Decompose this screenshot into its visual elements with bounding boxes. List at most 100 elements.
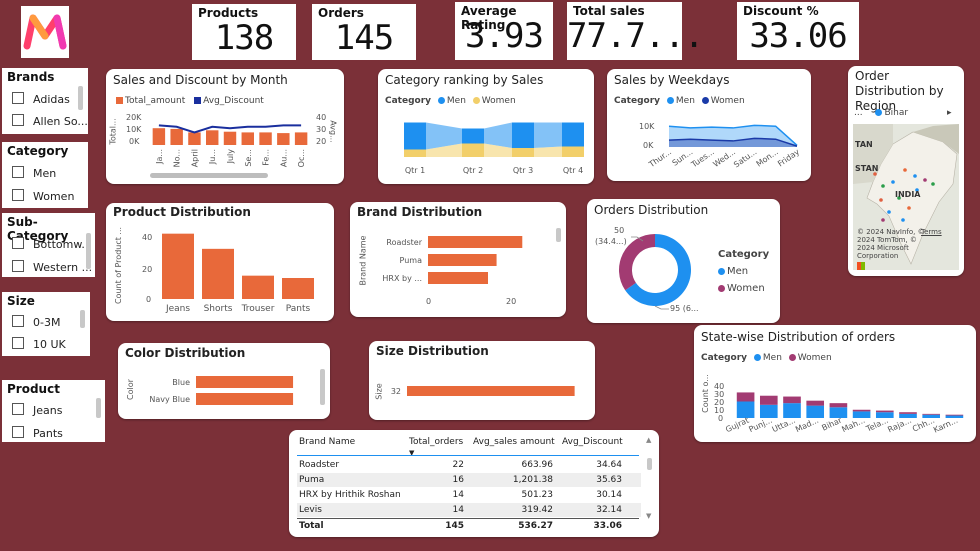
slicer-title: Product	[7, 382, 60, 396]
slicer-option-jeans[interactable]: Jeans	[12, 403, 62, 417]
slicer-product[interactable]: Product Jeans Pants	[2, 380, 105, 442]
table-header: Brand Name Total_orders Avg_sales amount…	[289, 435, 659, 457]
brand-table-card[interactable]: Brand Name Total_orders Avg_sales amount…	[289, 430, 659, 537]
table-row[interactable]: Puma 16 1,201.38 35.63	[297, 473, 641, 487]
scrollbar[interactable]	[80, 310, 85, 328]
slicer-option-10-uk[interactable]: 10 UK	[12, 337, 66, 351]
scrollbar[interactable]	[96, 398, 101, 418]
bar-women	[829, 403, 848, 408]
y-tick: HRX by ...	[382, 274, 422, 283]
x-tick: Tela...	[864, 416, 890, 434]
scrollbar[interactable]	[556, 228, 561, 242]
map-terms-link[interactable]: Terms	[921, 228, 942, 236]
weekdays-chart-card[interactable]: Sales by Weekdays Category Men Women 10K…	[607, 69, 811, 181]
map-point	[931, 182, 935, 186]
bar-women	[736, 392, 755, 402]
kpi-products: Products 138	[192, 4, 296, 60]
checkbox[interactable]	[12, 92, 24, 104]
slicer-category[interactable]: Category Men Women	[2, 142, 88, 208]
table-total-row: Total 145 536.27 33.06	[299, 521, 622, 531]
legend-next-icon[interactable]: ▸	[947, 108, 952, 118]
category-ranking-plot: Qtr 1 Qtr 2 Qtr 3 Qtr 4	[404, 122, 584, 175]
region-map-card[interactable]: Order Distribution by Region ... Bihar ▸…	[848, 66, 964, 276]
map-attribution: © 2024 NavInfo, © 2024 TomTom, © 2024 Mi…	[857, 228, 925, 260]
state-distribution-card[interactable]: State-wise Distribution of orders Catego…	[694, 325, 976, 442]
table-row[interactable]: Roadster 22 663.96 34.64	[289, 458, 659, 472]
category-ranking-chart-card[interactable]: Category ranking by Sales Category Men W…	[378, 69, 594, 184]
bar	[202, 248, 234, 299]
slicer-brands[interactable]: Brands Adidas Allen So...	[2, 68, 88, 134]
column-header[interactable]: Brand Name	[299, 437, 355, 447]
bar	[259, 132, 272, 145]
x-tick: Fe...	[262, 149, 271, 166]
slicer-option-bottomwear[interactable]: Bottomw...	[12, 237, 92, 251]
product-distribution-card[interactable]: Product Distribution Count of Product ..…	[106, 203, 334, 321]
checkbox[interactable]	[12, 260, 24, 272]
checkbox[interactable]	[12, 166, 24, 178]
slicer-size[interactable]: Size 0-3M 10 UK	[2, 292, 90, 356]
checkbox[interactable]	[12, 403, 24, 415]
slicer-option-women[interactable]: Women	[12, 189, 74, 203]
column-header[interactable]: Avg_sales amount	[473, 437, 555, 447]
table-row[interactable]: Levis 14 319.42 32.14	[297, 503, 641, 517]
scrollbar[interactable]	[86, 233, 91, 269]
slicer-option-adidas[interactable]: Adidas	[12, 92, 70, 106]
x-tick: Jeans	[165, 304, 190, 314]
color-distribution-card[interactable]: Color Distribution Color Blue Navy Blue	[118, 343, 330, 419]
bar-women	[922, 413, 941, 415]
donut-label-men: 95 (6...	[670, 304, 699, 313]
x-tick: Ju...	[208, 149, 217, 165]
ribbon-bar-men	[404, 122, 426, 150]
table-row[interactable]: HRX by Hrithik Roshan 14 501.23 30.14	[289, 488, 659, 502]
size-distribution-card[interactable]: Size Distribution Size 32	[369, 341, 595, 420]
checkbox[interactable]	[12, 237, 24, 249]
x-tick: Wed...	[711, 147, 737, 169]
bar	[162, 233, 194, 299]
bar-women	[852, 409, 871, 412]
y-tick: Navy Blue	[149, 395, 190, 404]
slicer-option-0-3m[interactable]: 0-3M	[12, 315, 60, 329]
product-distribution-plot: Jeans Shorts Trouser Pants	[162, 233, 314, 314]
table-scroll-down-icon[interactable]: ▼	[646, 512, 651, 520]
x-tick: Pants	[286, 304, 311, 314]
scrollbar[interactable]	[320, 369, 325, 405]
bar	[152, 128, 166, 145]
bar	[242, 275, 274, 299]
kpi-value: 138	[214, 18, 274, 58]
checkbox[interactable]	[12, 426, 24, 438]
sales-discount-chart-card[interactable]: Sales and Discount by Month Total_amount…	[106, 69, 344, 184]
scrollbar[interactable]	[78, 86, 83, 110]
slicer-option-allen-solly[interactable]: Allen So...	[12, 114, 88, 128]
column-header[interactable]: Avg_Discount	[562, 437, 623, 447]
bar	[206, 130, 219, 145]
ribbon-bar-men	[512, 122, 534, 148]
x-tick: Oc...	[297, 149, 306, 167]
y-tick: 32	[391, 387, 401, 396]
scrollbar[interactable]	[647, 458, 652, 470]
slicer-option-western[interactable]: Western ...	[12, 260, 92, 274]
x-tick: April	[190, 149, 199, 167]
weekdays-plot: Thur...Sun...Tues...Wed...Satu...Mon...F…	[647, 124, 801, 170]
bar	[196, 376, 294, 388]
checkbox[interactable]	[12, 337, 24, 349]
x-tick: Mon...	[755, 147, 780, 168]
color-distribution-plot: Blue Navy Blue	[149, 376, 294, 405]
bar	[241, 132, 254, 145]
bar-women	[899, 412, 917, 414]
column-header[interactable]: Total_orders	[409, 437, 463, 447]
checkbox[interactable]	[12, 189, 24, 201]
x-tick: Tues...	[689, 147, 716, 170]
map-point	[903, 168, 907, 172]
slicer-sub-category[interactable]: Sub-Category Bottomw... Western ...	[2, 213, 95, 277]
table-scroll-up-icon[interactable]: ▲	[646, 436, 651, 444]
orders-distribution-card[interactable]: Orders Distribution 50 (34.4...) 95 (6..…	[587, 199, 780, 323]
bar	[223, 131, 237, 145]
slicer-option-men[interactable]: Men	[12, 166, 56, 180]
map-area[interactable]: TAN STAN INDIA © 2024 NavInfo, © 2024 To…	[853, 124, 959, 270]
checkbox[interactable]	[12, 114, 24, 126]
checkbox[interactable]	[12, 315, 24, 327]
x-tick: Raja...	[886, 416, 913, 435]
slicer-option-pants[interactable]: Pants	[12, 426, 63, 440]
horizontal-scrollbar[interactable]	[150, 173, 268, 178]
brand-distribution-card[interactable]: Brand Distribution Brand Name 0 20 Roads…	[350, 202, 566, 317]
